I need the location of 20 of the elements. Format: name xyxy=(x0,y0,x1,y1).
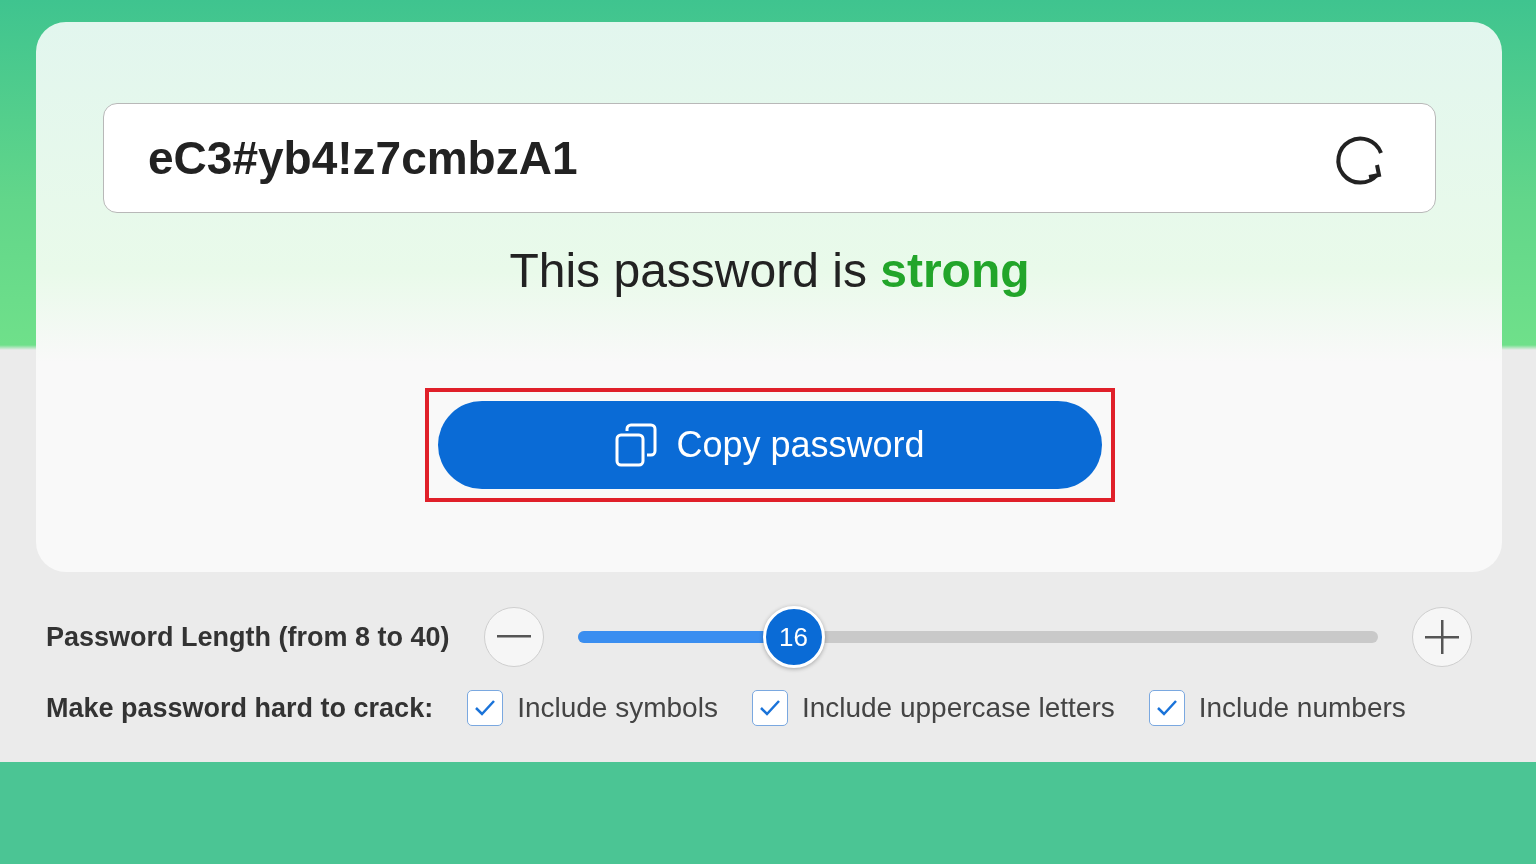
checkbox[interactable] xyxy=(1148,690,1185,726)
minus-icon xyxy=(496,635,531,639)
password-input[interactable]: eC3#yb4!z7cmbzA1 xyxy=(146,130,1333,186)
check-icon xyxy=(757,698,782,718)
plus-icon xyxy=(1424,620,1459,654)
options-label: Make password hard to crack: xyxy=(46,692,434,724)
copy-icon xyxy=(614,422,659,468)
check-icon xyxy=(473,698,498,718)
option-label: Include symbols xyxy=(517,692,718,724)
length-slider[interactable]: 16 xyxy=(546,606,1409,668)
option-label: Include numbers xyxy=(1198,692,1406,724)
checkbox[interactable] xyxy=(467,690,504,726)
strength-message: This password is strong xyxy=(509,243,1030,298)
password-field[interactable]: eC3#yb4!z7cmbzA1 xyxy=(103,103,1436,213)
copy-password-button[interactable]: Copy password xyxy=(437,401,1102,489)
slider-thumb[interactable]: 16 xyxy=(762,606,825,668)
check-icon xyxy=(1154,698,1179,718)
length-label: Password Length (from 8 to 40) xyxy=(46,621,450,653)
checkbox[interactable] xyxy=(751,690,788,726)
option-label: Include uppercase letters xyxy=(801,692,1115,724)
